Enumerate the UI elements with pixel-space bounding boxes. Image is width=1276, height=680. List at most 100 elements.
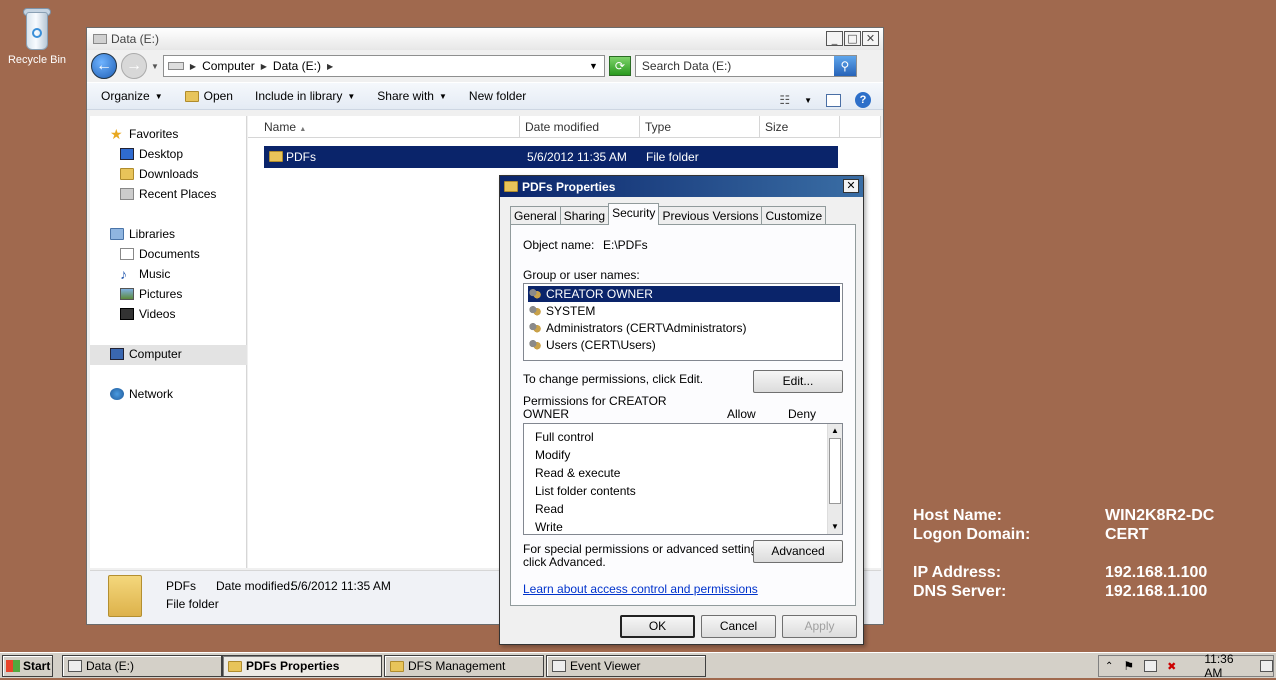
refresh-button[interactable]: ⟳: [608, 56, 631, 76]
action-center-flag-icon[interactable]: ⚑: [1123, 659, 1134, 673]
new-folder-button[interactable]: New folder: [469, 89, 526, 103]
nav-downloads[interactable]: Downloads: [120, 167, 198, 181]
nav-pictures[interactable]: Pictures: [120, 287, 182, 301]
users-icon: [528, 287, 542, 301]
dns-server-label: DNS Server:: [913, 583, 1007, 600]
computer-icon: [167, 62, 184, 70]
taskbar-item-dfs-management[interactable]: DFS Management: [384, 655, 544, 677]
column-header-size[interactable]: Size: [760, 116, 840, 138]
details-type: File folder: [166, 597, 219, 611]
view-options-icon[interactable]: ☷: [779, 93, 790, 107]
apply-button[interactable]: Apply: [782, 615, 857, 638]
user-list[interactable]: CREATOR OWNER SYSTEM Administrators (CER…: [523, 283, 843, 361]
learn-more-link[interactable]: Learn about access control and permissio…: [523, 582, 758, 596]
special-permissions-line1: For special permissions or advanced sett…: [523, 542, 767, 556]
breadcrumb-computer[interactable]: Computer: [202, 59, 255, 73]
downloads-icon: [120, 168, 134, 180]
edit-button[interactable]: Edit...: [753, 370, 843, 393]
network-status-icon[interactable]: [1144, 660, 1158, 672]
nav-libraries[interactable]: Libraries: [110, 227, 175, 241]
start-button[interactable]: Start: [2, 655, 53, 677]
tab-security[interactable]: Security: [608, 203, 660, 225]
permissions-list[interactable]: Full control Modify Read & execute List …: [523, 423, 843, 535]
address-dropdown[interactable]: ▼: [589, 61, 598, 71]
object-name-label: Object name:: [523, 238, 595, 252]
dialog-titlebar[interactable]: PDFs Properties: [500, 176, 863, 197]
show-desktop-icon[interactable]: [1260, 660, 1274, 672]
search-icon[interactable]: ⚲: [833, 56, 856, 76]
folder-icon: [108, 575, 142, 617]
tab-customize[interactable]: Customize: [761, 206, 827, 225]
preview-pane-icon[interactable]: [826, 93, 841, 107]
recycle-bin-icon[interactable]: Recycle Bin: [6, 8, 68, 66]
include-in-library-menu[interactable]: Include in library ▼: [255, 89, 355, 103]
windows-logo-icon: [6, 660, 20, 672]
clock[interactable]: 11:36 AM: [1204, 652, 1250, 680]
search-input[interactable]: Search Data (E:) ⚲: [634, 55, 857, 77]
permissions-for-label-line2: OWNER: [523, 407, 569, 421]
taskbar-item-pdfs-properties[interactable]: PDFs Properties: [222, 655, 382, 677]
scroll-down-icon[interactable]: ▼: [829, 520, 841, 534]
list-item[interactable]: Users (CERT\Users): [528, 337, 656, 353]
minimize-button[interactable]: _: [826, 31, 843, 46]
permission-row: Read & execute: [535, 466, 621, 480]
nav-videos[interactable]: Videos: [120, 307, 175, 321]
help-icon[interactable]: ?: [855, 92, 871, 108]
dialog-close-button[interactable]: ✕: [843, 179, 859, 193]
list-item[interactable]: Administrators (CERT\Administrators): [528, 320, 746, 336]
list-item[interactable]: CREATOR OWNER: [528, 286, 840, 302]
forward-button[interactable]: →: [121, 53, 147, 79]
permissions-for-label-line1: Permissions for CREATOR: [523, 394, 667, 408]
nav-music[interactable]: ♪ Music: [120, 267, 170, 281]
column-header-name[interactable]: Name ▲: [248, 116, 520, 138]
column-header-type[interactable]: Type: [640, 116, 760, 138]
open-button[interactable]: Open: [184, 89, 233, 103]
list-item[interactable]: SYSTEM: [528, 303, 595, 319]
scroll-up-icon[interactable]: ▲: [829, 424, 841, 438]
nav-favorites[interactable]: ★ Favorites: [110, 127, 178, 141]
taskbar-item-event-viewer[interactable]: Event Viewer: [546, 655, 706, 677]
table-row[interactable]: PDFs 5/6/2012 11:35 AM File folder: [264, 146, 838, 168]
breadcrumb-data-e[interactable]: Data (E:): [273, 59, 321, 73]
explorer-titlebar[interactable]: Data (E:) _ □ ✕: [87, 28, 883, 50]
command-bar: Organize ▼ Open Include in library ▼ Share…: [87, 82, 883, 110]
taskbar-item-data-e[interactable]: Data (E:): [62, 655, 222, 677]
back-button[interactable]: ←: [91, 53, 117, 79]
tab-general[interactable]: General: [510, 206, 561, 225]
deny-header: Deny: [788, 407, 817, 421]
ip-address-value: 192.168.1.100: [1105, 564, 1208, 581]
maximize-button[interactable]: □: [844, 31, 861, 46]
close-button[interactable]: ✕: [862, 31, 879, 46]
scroll-thumb[interactable]: [829, 438, 841, 504]
view-dropdown[interactable]: ▼: [804, 96, 812, 105]
host-name-value: WIN2K8R2-DC: [1105, 507, 1215, 524]
details-name: PDFs: [166, 579, 196, 593]
tab-previous-versions[interactable]: Previous Versions: [658, 206, 763, 225]
users-icon: [528, 321, 542, 335]
cancel-button[interactable]: Cancel: [701, 615, 776, 638]
nav-computer[interactable]: Computer: [110, 347, 182, 361]
show-hidden-icons-icon[interactable]: ⌃: [1105, 661, 1113, 672]
volume-muted-icon[interactable]: ✖: [1167, 660, 1176, 673]
share-with-menu[interactable]: Share with ▼: [377, 89, 447, 103]
nav-network[interactable]: Network: [110, 387, 173, 401]
tab-sharing[interactable]: Sharing: [559, 206, 610, 225]
host-name-label: Host Name:: [913, 507, 1002, 524]
nav-desktop[interactable]: Desktop: [120, 147, 183, 161]
star-icon: ★: [110, 126, 123, 142]
row-date: 5/6/2012 11:35 AM: [527, 150, 627, 164]
organize-menu[interactable]: Organize ▼: [101, 89, 163, 103]
desktop-icon: [120, 148, 134, 160]
nav-recent-places[interactable]: Recent Places: [120, 187, 216, 201]
row-name: PDFs: [286, 150, 316, 164]
recent-pages-dropdown[interactable]: ▼: [151, 62, 159, 71]
permissions-scrollbar[interactable]: ▲ ▼: [827, 424, 842, 534]
search-placeholder: Search Data (E:): [641, 59, 732, 73]
ok-button[interactable]: OK: [620, 615, 695, 638]
dfs-management-icon: [390, 660, 404, 672]
folder-icon: [269, 151, 283, 162]
advanced-button[interactable]: Advanced: [753, 540, 843, 563]
nav-documents[interactable]: Documents: [120, 247, 200, 261]
column-header-date[interactable]: Date modified: [520, 116, 640, 138]
address-bar[interactable]: ▶ Computer ▶ Data (E:) ▶ ▼: [162, 55, 605, 77]
